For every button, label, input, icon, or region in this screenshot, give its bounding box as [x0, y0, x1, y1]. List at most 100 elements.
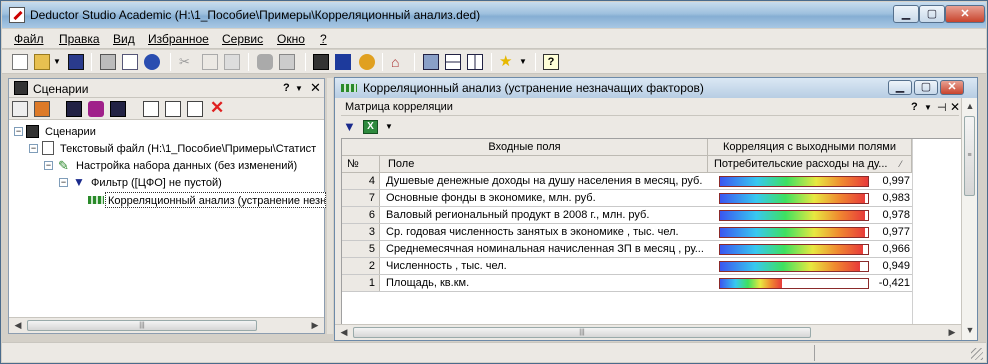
- column-header-num[interactable]: №: [342, 156, 380, 173]
- process-icon[interactable]: [88, 101, 104, 117]
- filter-icon[interactable]: ▼: [343, 119, 356, 134]
- panel-splitter[interactable]: [327, 78, 333, 334]
- tile-horizontal-icon[interactable]: [445, 54, 461, 70]
- menu-service[interactable]: Сервис: [222, 32, 263, 46]
- tree-structure-icon[interactable]: [143, 101, 159, 117]
- find-icon[interactable]: [257, 54, 273, 70]
- collapse-icon[interactable]: −: [14, 127, 23, 136]
- new-file-icon[interactable]: [12, 54, 28, 70]
- scroll-left-icon[interactable]: ◀: [337, 326, 351, 339]
- print-preview-icon[interactable]: [122, 54, 138, 70]
- scroll-up-icon[interactable]: ▲: [963, 100, 977, 113]
- tile-vertical-icon[interactable]: [467, 54, 483, 70]
- scroll-down-icon[interactable]: ▼: [963, 324, 977, 337]
- print-icon[interactable]: [100, 54, 116, 70]
- tree-node-filter[interactable]: Фильтр ([ЦФО] не пустой): [91, 175, 222, 191]
- row-field[interactable]: Основные фонды в экономике, млн. руб.: [386, 190, 706, 207]
- row-field[interactable]: Площадь, кв.км.: [386, 275, 706, 292]
- menu-file[interactable]: Файл: [14, 32, 44, 46]
- import-icon[interactable]: [66, 101, 82, 117]
- group-header-inputs: Входные поля: [342, 139, 708, 156]
- report-close-button[interactable]: ✕: [940, 80, 964, 95]
- collapse-icon[interactable]: −: [44, 161, 53, 170]
- book-icon[interactable]: [335, 54, 351, 70]
- title-bar[interactable]: Deductor Studio Academic (H:\1_Пособие\П…: [2, 2, 986, 28]
- home-icon[interactable]: ⌂: [391, 54, 407, 70]
- menu-window[interactable]: Окно: [277, 32, 305, 46]
- column-header-target[interactable]: Потребительские расходы на ду...: [708, 156, 912, 173]
- copy-icon[interactable]: [202, 54, 218, 70]
- visualizer-icon[interactable]: [110, 101, 126, 117]
- tree-node-correlation[interactable]: Корреляционный анализ (устранение незн: [105, 192, 326, 208]
- row-field[interactable]: Валовый региональный продукт в 2008 г., …: [386, 207, 706, 224]
- row-number: 6: [342, 207, 380, 224]
- node-properties-icon[interactable]: [12, 101, 28, 117]
- menu-help[interactable]: ?: [320, 32, 327, 46]
- tree-copy-icon[interactable]: [187, 101, 203, 117]
- tree-node-text-file[interactable]: Текстовый файл (H:\1_Пособие\Примеры\Ста…: [60, 141, 316, 157]
- chevron-down-icon[interactable]: ▼: [519, 57, 527, 66]
- toolbar-separator: [491, 53, 492, 71]
- chevron-down-icon[interactable]: ▼: [385, 122, 393, 131]
- favorites-star-icon[interactable]: ★: [499, 54, 515, 70]
- row-divider: [342, 291, 912, 292]
- cascade-windows-icon[interactable]: [423, 54, 439, 70]
- row-value: 0,949: [882, 260, 910, 272]
- close-button[interactable]: ✕: [945, 5, 985, 23]
- row-field[interactable]: Душевые денежные доходы на душу населени…: [386, 173, 706, 190]
- close-icon[interactable]: ✕: [950, 100, 960, 114]
- scroll-thumb[interactable]: |||: [27, 320, 257, 331]
- find-next-icon[interactable]: [279, 54, 295, 70]
- chevron-down-icon[interactable]: ▼: [53, 57, 61, 66]
- menu-favorites[interactable]: Избранное: [148, 32, 209, 46]
- scroll-thumb[interactable]: |||: [353, 327, 811, 338]
- help-icon[interactable]: ?: [543, 54, 559, 70]
- scroll-left-icon[interactable]: ◀: [11, 319, 25, 332]
- correlation-bar: [719, 210, 869, 221]
- collapse-icon[interactable]: −: [29, 144, 38, 153]
- report-minimize-button[interactable]: ▁: [888, 80, 912, 95]
- menu-view[interactable]: Вид: [113, 32, 135, 46]
- scenarios-hscroll[interactable]: ◀ ||| ▶: [9, 317, 324, 333]
- column-header-field[interactable]: Поле: [380, 156, 708, 173]
- minimize-button[interactable]: ▁: [893, 5, 919, 23]
- tree-node-dataset-setup[interactable]: Настройка набора данных (без изменений): [76, 158, 297, 174]
- report-maximize-button[interactable]: ▢: [914, 80, 938, 95]
- row-field[interactable]: Численность , тыс. чел.: [386, 258, 706, 275]
- resize-grip-icon[interactable]: [971, 348, 983, 360]
- node-view-icon[interactable]: [34, 101, 50, 117]
- delete-icon[interactable]: ✕: [210, 99, 226, 117]
- open-folder-icon[interactable]: [34, 54, 50, 70]
- report-title-bar[interactable]: Корреляционный анализ (устранение незнач…: [335, 78, 977, 98]
- report-hscroll[interactable]: ◀ ||| ▶: [335, 324, 961, 340]
- paste-icon[interactable]: [224, 54, 240, 70]
- globe-icon[interactable]: [144, 54, 160, 70]
- scroll-right-icon[interactable]: ▶: [945, 326, 959, 339]
- sort-icon[interactable]: ⁄: [900, 159, 902, 169]
- save-icon[interactable]: [68, 54, 84, 70]
- wizard-icon[interactable]: [359, 54, 375, 70]
- close-icon[interactable]: ✕: [310, 80, 321, 96]
- scroll-thumb[interactable]: ≡: [964, 116, 975, 196]
- scroll-right-icon[interactable]: ▶: [308, 319, 322, 332]
- matrix-help-button[interactable]: ?: [911, 101, 918, 113]
- chevron-down-icon[interactable]: ▼: [924, 103, 932, 112]
- app-icon[interactable]: [9, 7, 25, 23]
- row-field[interactable]: Среднемесячная номинальная начисленная З…: [386, 241, 706, 258]
- scenarios-tree: − Сценарии − Текстовый файл (H:\1_Пособи…: [9, 121, 326, 317]
- cut-icon[interactable]: ✂: [179, 54, 195, 70]
- tree-node-scenarios[interactable]: Сценарии: [45, 124, 96, 140]
- menu-edit[interactable]: Правка: [59, 32, 100, 46]
- scenarios-help-button[interactable]: ?: [283, 82, 290, 94]
- scenarios-panel-icon[interactable]: [313, 54, 329, 70]
- row-field[interactable]: Ср. годовая численность занятых в эконом…: [386, 224, 706, 241]
- maximize-button[interactable]: ▢: [919, 5, 945, 23]
- toolbar-separator: [535, 53, 536, 71]
- report-vscroll[interactable]: ▲ ≡ ▼: [961, 98, 977, 340]
- filter-icon: ▼: [73, 175, 85, 189]
- chevron-down-icon[interactable]: ▼: [295, 84, 303, 93]
- tree-branch-icon[interactable]: [165, 101, 181, 117]
- excel-export-icon[interactable]: X: [363, 120, 378, 134]
- pin-icon[interactable]: ⊣: [937, 101, 947, 114]
- collapse-icon[interactable]: −: [59, 178, 68, 187]
